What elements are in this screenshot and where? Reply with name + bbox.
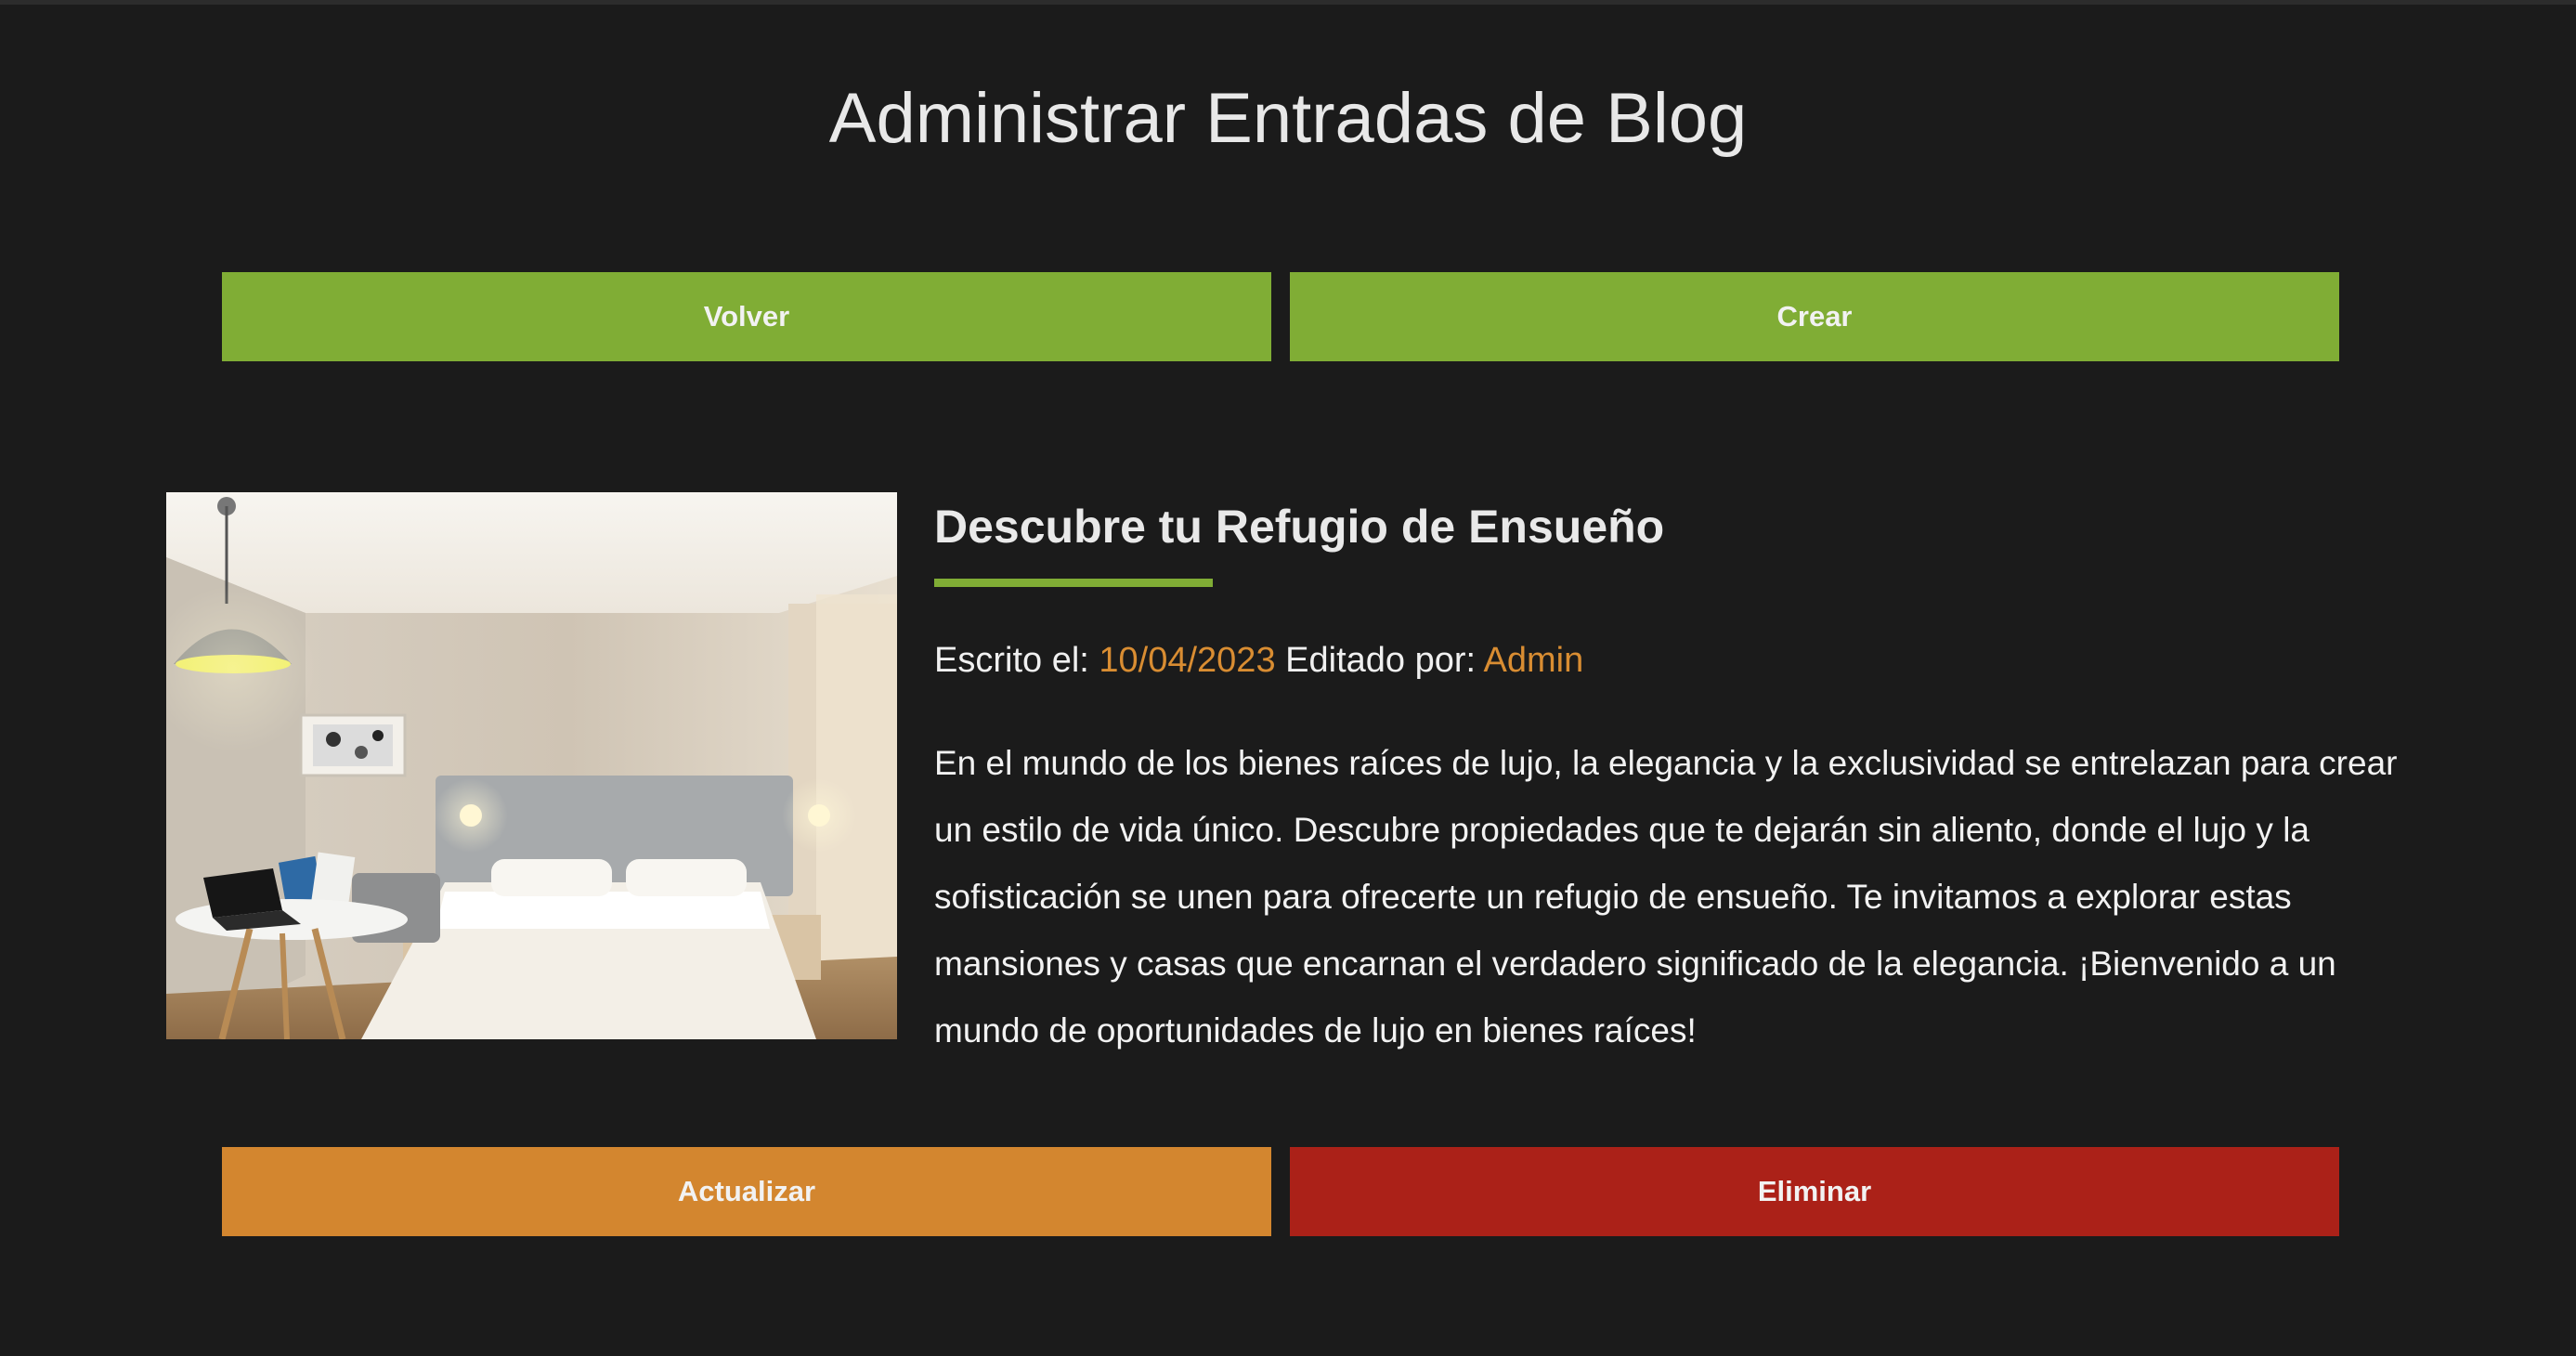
title-underline	[934, 579, 1213, 587]
update-button[interactable]: Actualizar	[222, 1147, 1271, 1236]
entry-excerpt: En el mundo de los bienes raíces de lujo…	[934, 744, 2398, 1050]
delete-button[interactable]: Eliminar	[1290, 1147, 2339, 1236]
edited-label: Editado por:	[1285, 641, 1477, 680]
entry-author: Admin	[1483, 641, 1584, 680]
entry-title: Descubre tu Refugio de Ensueño	[934, 501, 1665, 553]
entry-meta: Escrito el: 10/04/2023 Editado por: Admi…	[934, 632, 1583, 688]
page-title: Administrar Entradas de Blog	[828, 79, 1748, 158]
top-border	[0, 0, 2576, 5]
written-label: Escrito el:	[934, 641, 1089, 680]
back-button[interactable]: Volver	[222, 272, 1271, 361]
entry-date: 10/04/2023	[1099, 641, 1276, 680]
create-button[interactable]: Crear	[1290, 272, 2339, 361]
entry-image	[166, 492, 897, 1039]
